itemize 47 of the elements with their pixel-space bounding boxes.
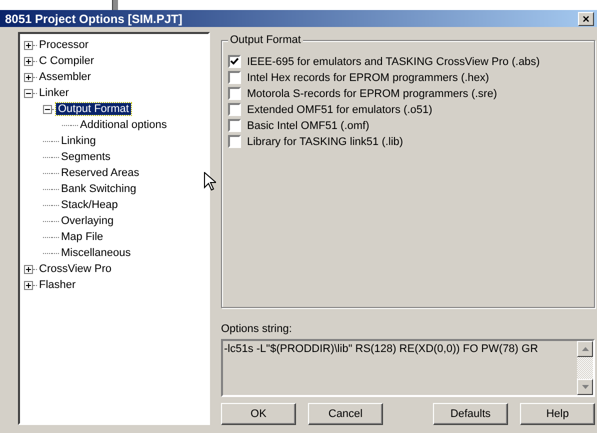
expander-icon[interactable] [24, 280, 33, 290]
checkbox[interactable] [228, 55, 241, 68]
scrollbar[interactable] [577, 341, 593, 395]
dialog-button[interactable]: Help [520, 403, 595, 425]
tree-item[interactable]: Additional options [78, 119, 169, 131]
tree-item[interactable]: Linker [37, 87, 71, 99]
tree-item[interactable]: Assembler [37, 71, 93, 83]
checkbox[interactable] [228, 119, 241, 132]
checkbox-label[interactable]: IEEE-695 for emulators and TASKING CrossView Pro (.abs) [247, 56, 540, 68]
checkbox-label[interactable]: Intel Hex records for EPROM programmers (.hex) [247, 72, 490, 84]
expander-icon[interactable] [24, 264, 33, 274]
window-title: 8051 Project Options [SIM.PJT] [5, 12, 182, 26]
dialog-button[interactable]: Cancel [308, 403, 383, 425]
checkbox-label[interactable]: Extended OMF51 for emulators (.o51) [247, 104, 432, 116]
expander-icon[interactable] [24, 88, 33, 98]
tree-item[interactable]: Map File [59, 231, 106, 243]
expander-icon[interactable] [43, 104, 52, 114]
checkbox[interactable] [228, 135, 241, 148]
tree-item[interactable]: Stack/Heap [59, 199, 120, 211]
down-arrow-icon [582, 385, 588, 389]
tree-item[interactable]: Overlaying [59, 215, 116, 227]
group-title: Output Format [228, 34, 303, 46]
dialog-button[interactable]: Defaults [433, 403, 508, 425]
expander-icon[interactable] [24, 40, 33, 50]
tree-item[interactable]: Reserved Areas [59, 167, 142, 179]
checkbox-label[interactable]: Library for TASKING link51 (.lib) [247, 136, 404, 148]
tree-item[interactable]: Flasher [37, 279, 78, 291]
tree-item[interactable]: Output Format [56, 103, 131, 115]
checkbox-label[interactable]: Motorola S-records for EPROM programmers (.sre) [247, 88, 497, 100]
expander-icon[interactable] [24, 56, 33, 66]
dialog-button[interactable]: OK [221, 403, 296, 425]
checkbox-label[interactable]: Basic Intel OMF51 (.omf) [247, 120, 370, 132]
checkbox[interactable] [228, 87, 241, 100]
options-string-field[interactable]: -lc51s -L"$(PRODDIR)\lib" RS(128) RE(XD(0,0)) FO PW(78) GR [221, 339, 595, 397]
tree-item[interactable]: Processor [37, 39, 91, 51]
checkbox[interactable] [228, 71, 241, 84]
tree-item[interactable]: CrossView Pro [37, 263, 114, 275]
close-button[interactable]: × [578, 12, 594, 26]
expander-icon[interactable] [24, 72, 33, 82]
tree-item[interactable]: Segments [59, 151, 113, 163]
tree-item[interactable]: Linking [59, 135, 98, 147]
tree-item[interactable]: Bank Switching [59, 183, 138, 195]
up-arrow-icon [582, 347, 588, 351]
tree-item[interactable]: Miscellaneous [59, 247, 133, 259]
options-string-label: Options string: [221, 323, 293, 335]
tree-item[interactable]: C Compiler [37, 55, 96, 67]
checkbox[interactable] [228, 103, 241, 116]
